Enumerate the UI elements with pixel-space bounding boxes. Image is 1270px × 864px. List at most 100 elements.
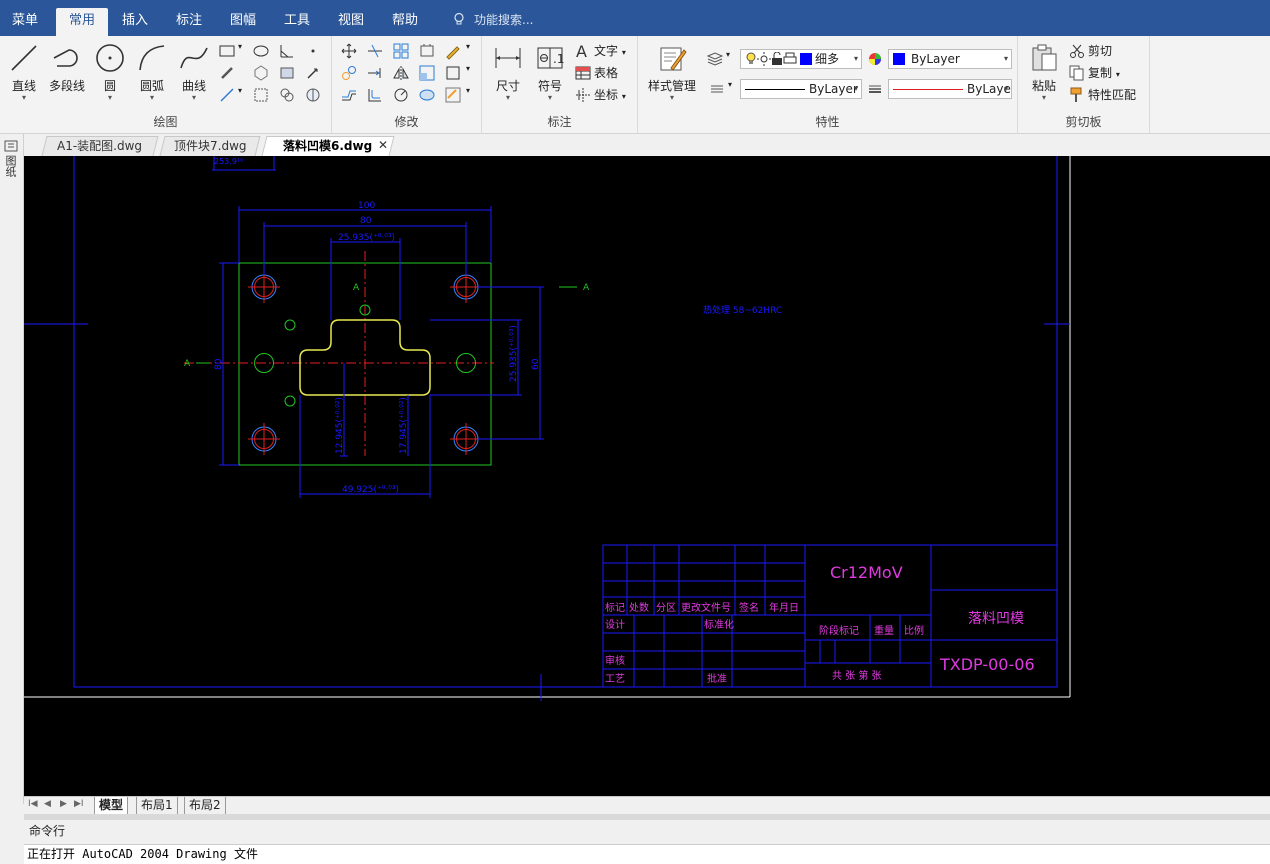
mirror-icon[interactable] <box>392 64 410 82</box>
match-properties-icon[interactable] <box>1068 86 1086 104</box>
tb-process: 工艺 <box>605 673 625 685</box>
wipeout-icon[interactable] <box>304 86 322 104</box>
table-button[interactable]: 表格 <box>594 64 618 81</box>
fillet-icon[interactable] <box>366 86 384 104</box>
pick-icon[interactable] <box>304 64 322 82</box>
tb-standardize: 标准化 <box>704 618 734 631</box>
symbol-button[interactable]: .1 符号 ▾ <box>530 42 570 102</box>
copy-icon[interactable] <box>1068 64 1086 82</box>
block-icon[interactable] <box>278 64 296 82</box>
lightbulb-icon <box>454 12 464 25</box>
style-manager-button[interactable]: 样式管理 ▾ <box>644 42 700 102</box>
rectangle-icon[interactable] <box>218 42 236 60</box>
ribbon: 直线 ▾ 多段线 圆 ▾ 圆弧 ▾ 曲线 ▾ ▾ ▾ 绘图 ▾ ▾ ▾ 修改 尺… <box>0 36 1270 134</box>
menu-tab-tools[interactable]: 工具 <box>274 8 320 36</box>
lineweight-icon[interactable] <box>866 80 884 98</box>
join-icon[interactable] <box>418 86 436 104</box>
curve-button-label: 曲线 <box>181 79 206 93</box>
cut-button[interactable]: 剪切 <box>1088 42 1112 59</box>
dimension-button-label: 尺寸 <box>495 79 520 93</box>
draw-group: 直线 ▾ 多段线 圆 ▾ 圆弧 ▾ 曲线 ▾ ▾ ▾ 绘图 <box>0 36 332 134</box>
drawing-canvas[interactable]: 253.9¹⁰ 100 80 25.935(⁺⁰·⁰³) 80 60 25.93… <box>24 156 1270 796</box>
command-output[interactable]: 正在打开 AutoCAD 2004 Drawing 文件 <box>24 844 1270 864</box>
first-layout-button[interactable]: I◀ <box>28 799 38 809</box>
prev-layout-button[interactable]: ◀ <box>44 799 51 809</box>
section-marker-center: A <box>353 283 360 293</box>
menu-tab-menu[interactable]: 菜单 <box>2 8 48 36</box>
table-icon[interactable] <box>574 64 592 82</box>
color-wheel-icon[interactable] <box>866 50 884 68</box>
rotate-icon[interactable] <box>392 86 410 104</box>
draw-group-label: 绘图 <box>153 115 178 129</box>
lineweight-combo[interactable]: ByLaye ▾ <box>888 79 1012 99</box>
curve-button[interactable]: 曲线 ▾ <box>174 42 214 102</box>
coordinate-icon[interactable] <box>574 86 592 104</box>
color-combo[interactable]: ByLayer ▾ <box>888 49 1012 69</box>
polyline-button[interactable]: 多段线 <box>46 42 88 94</box>
hatch-line-icon[interactable] <box>218 64 236 82</box>
scale-icon[interactable] <box>418 64 436 82</box>
menu-tab-insert[interactable]: 插入 <box>112 8 158 36</box>
ellipse-icon[interactable] <box>252 42 270 60</box>
color-value: ByLayer <box>911 52 960 66</box>
copy-object-icon[interactable] <box>340 64 358 82</box>
coordinate-button[interactable]: 坐标 ▾ <box>594 86 626 103</box>
angle-line-icon[interactable] <box>278 42 296 60</box>
paste-button[interactable]: 粘贴 ▾ <box>1024 42 1064 102</box>
menu-tab-annotate[interactable]: 标注 <box>166 8 212 36</box>
layout-tab-layout1[interactable]: 布局1 <box>136 797 178 814</box>
region-icon[interactable] <box>278 86 296 104</box>
circle-button[interactable]: 圆 ▾ <box>90 42 130 102</box>
top-fragment: 253.9¹⁰ <box>212 156 276 171</box>
stretch-icon[interactable] <box>418 42 436 60</box>
symbol-button-label: 符号 <box>537 79 562 93</box>
pencil-icon[interactable] <box>444 42 462 60</box>
printer-icon <box>783 52 797 64</box>
dimension-button[interactable]: 尺寸 ▾ <box>488 42 528 102</box>
file-tab-assembly[interactable]: A1-装配图.dwg <box>41 136 159 156</box>
scissors-icon[interactable] <box>1068 42 1086 60</box>
extend-icon[interactable] <box>366 64 384 82</box>
side-strip: 图纸 <box>0 134 24 804</box>
explode-icon[interactable] <box>444 64 462 82</box>
trim-icon[interactable] <box>366 42 384 60</box>
text-icon[interactable]: A <box>574 42 592 60</box>
feature-search[interactable]: 功能搜索... <box>452 8 533 32</box>
file-tab-ejector[interactable]: 顶件块7.dwg <box>159 136 261 156</box>
layer-stack-icon[interactable] <box>706 50 724 68</box>
line-button[interactable]: 直线 ▾ <box>4 42 44 102</box>
move-icon[interactable] <box>340 42 358 60</box>
drawing-frame <box>24 156 1070 701</box>
sheet-set-button[interactable]: 图纸 <box>4 140 20 177</box>
construction-line-icon[interactable] <box>218 86 236 104</box>
layout-tab-layout2[interactable]: 布局2 <box>184 797 226 814</box>
properties-edit-icon[interactable] <box>444 86 462 104</box>
linetype-list-icon[interactable] <box>708 80 726 98</box>
menu-tab-home[interactable]: 常用 <box>56 8 108 36</box>
close-tab-button[interactable]: ✕ <box>378 138 388 152</box>
file-tab-die[interactable]: 落料凹模6.dwg <box>261 136 395 156</box>
text-button-label: 文字 <box>594 44 619 58</box>
next-layout-button[interactable]: ▶ <box>60 799 67 809</box>
menu-tab-frame[interactable]: 图幅 <box>220 8 266 36</box>
linetype-combo[interactable]: ByLayer ▾ <box>740 79 862 99</box>
text-button[interactable]: 文字 ▾ <box>594 42 626 59</box>
layer-combo[interactable]: 细多 ▾ <box>740 49 862 69</box>
offset-icon[interactable] <box>340 86 358 104</box>
layout-tab-model[interactable]: 模型 <box>94 797 129 814</box>
arc-button[interactable]: 圆弧 ▾ <box>132 42 172 102</box>
tb-header-count: 处数 <box>629 601 649 614</box>
match-properties-button[interactable]: 特性匹配 <box>1088 86 1136 103</box>
copy-button[interactable]: 复制 ▾ <box>1088 64 1120 81</box>
last-layout-button[interactable]: ▶I <box>74 799 84 809</box>
tb-header-change: 更改文件号 <box>681 601 731 614</box>
hexagon-icon[interactable] <box>252 64 270 82</box>
hatch-icon[interactable] <box>252 86 270 104</box>
tb-weight: 重量 <box>874 624 894 637</box>
point-icon[interactable] <box>304 42 322 60</box>
svg-text:A: A <box>576 42 587 60</box>
circle-icon <box>96 44 124 72</box>
menu-tab-help[interactable]: 帮助 <box>382 8 428 36</box>
array-icon[interactable] <box>392 42 410 60</box>
menu-tab-view[interactable]: 视图 <box>328 8 374 36</box>
